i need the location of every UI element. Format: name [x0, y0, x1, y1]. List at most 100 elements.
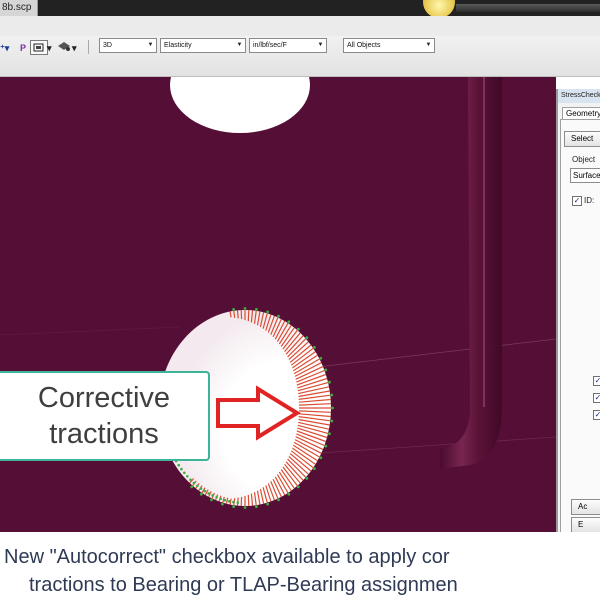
model-viewport[interactable] [0, 77, 556, 532]
traction-marker [331, 406, 334, 410]
traction-marker [266, 310, 269, 314]
traction-marker [221, 502, 224, 506]
id-label: ID: [584, 196, 595, 205]
traction-marker [330, 419, 334, 423]
filter-combo[interactable]: All Objects ▼ [343, 38, 435, 53]
upper-hole [170, 77, 310, 133]
traction-marker [196, 484, 199, 488]
chevron-down-icon: ▼ [317, 42, 324, 48]
traction-marker [199, 487, 203, 490]
traction-marker [324, 444, 328, 448]
plate-edge-line [299, 338, 556, 370]
traction-marker [223, 498, 227, 502]
traction-marker [313, 346, 316, 349]
option-checkbox[interactable]: ✓ [593, 376, 600, 386]
title-strip [456, 4, 600, 12]
units-combo-value: in/lbf/sec/F [253, 42, 287, 49]
toolbar-top [0, 16, 600, 36]
traction-marker [232, 500, 235, 504]
title-bar: 8b.scp [0, 0, 600, 16]
panel-title: StressCheck [558, 89, 600, 103]
traction-marker [243, 506, 247, 509]
traction-marker [319, 356, 323, 360]
traction-marker [207, 492, 210, 495]
traction-marker [189, 478, 192, 482]
traction-marker [330, 393, 334, 397]
caption-line-1: New "Autocorrect" checkbox available to … [4, 546, 450, 568]
secondary-action-button[interactable]: E [571, 517, 600, 532]
callout-text: Corrective tractions [38, 380, 170, 452]
traction-marker [227, 500, 231, 503]
traction-marker [180, 467, 183, 471]
traction-vector [247, 494, 250, 506]
plate-edge-line [0, 326, 181, 336]
plate-edge-line [319, 436, 556, 454]
analysis-combo-value: Elasticity [164, 42, 192, 49]
traction-marker [287, 320, 291, 324]
traction-marker [319, 456, 323, 460]
window-title: 8b.scp [0, 0, 39, 16]
caption-bar: New "Autocorrect" checkbox available to … [0, 536, 600, 600]
traction-marker [186, 475, 189, 478]
stresscheck-panel: StressCheck Geometry Select Object Surfa… [556, 89, 600, 532]
dropdown-arrow-icon[interactable]: ▾ [72, 42, 77, 54]
traction-marker [219, 497, 222, 501]
toolbar-separator [88, 40, 89, 54]
traction-marker [255, 308, 258, 311]
p-icon[interactable]: P [20, 42, 26, 54]
traction-marker [277, 498, 280, 502]
traction-marker [328, 432, 331, 436]
traction-marker [177, 463, 180, 467]
app-orb-icon [423, 0, 455, 16]
traction-marker [305, 336, 309, 339]
traction-marker [328, 380, 331, 384]
traction-vector [247, 310, 250, 322]
traction-marker [190, 485, 194, 489]
traction-marker [324, 368, 328, 372]
chevron-down-icon: ▼ [236, 42, 243, 48]
traction-marker [210, 498, 213, 502]
traction-marker [211, 494, 214, 497]
traction-marker [313, 467, 316, 470]
traction-marker [232, 308, 236, 311]
traction-marker [183, 471, 186, 475]
analysis-combo[interactable]: Elasticity ▼ [160, 38, 246, 53]
object-label: Object [572, 155, 596, 164]
filter-combo-value: All Objects [347, 42, 381, 49]
traction-marker [215, 496, 218, 499]
traction-marker [203, 489, 207, 493]
view-tool-icon[interactable] [56, 40, 72, 53]
traction-marker [192, 481, 196, 485]
select-button[interactable]: Select [564, 131, 600, 147]
action-button[interactable]: Ac [571, 499, 600, 515]
option-checkbox[interactable]: ✓ [593, 410, 600, 420]
traction-marker [243, 307, 247, 310]
traction-marker [236, 501, 240, 504]
chevron-down-icon: ▼ [147, 42, 154, 48]
chevron-down-icon: ▼ [425, 42, 432, 48]
callout-line-2: tractions [49, 418, 159, 450]
traction-marker [255, 505, 258, 508]
traction-vector [236, 310, 239, 319]
option-checkbox[interactable]: ✓ [593, 393, 600, 403]
id-checkbox[interactable]: ✓ [572, 196, 582, 206]
callout-line-1: Corrective [37, 382, 171, 414]
traction-marker [266, 502, 269, 506]
traction-marker [287, 492, 291, 496]
traction-marker [277, 314, 280, 318]
traction-marker [305, 477, 309, 480]
traction-marker [296, 327, 300, 331]
callout-box: Corrective tractions [0, 371, 210, 461]
select-mode-icon[interactable] [30, 40, 48, 55]
view-combo-value: 3D [103, 42, 112, 49]
p-arrow-icon[interactable]: ⁺▾ [0, 42, 9, 54]
dropdown-arrow-icon[interactable]: ▾ [47, 42, 52, 54]
traction-marker [232, 505, 236, 508]
traction-marker [296, 485, 300, 489]
object-field[interactable]: Surface [570, 168, 600, 183]
view-combo[interactable]: 3D ▼ [99, 38, 157, 53]
traction-marker [199, 492, 203, 496]
units-combo[interactable]: in/lbf/sec/F ▼ [249, 38, 327, 53]
caption-line-2: tractions to Bearing or TLAP-Bearing ass… [29, 574, 458, 596]
model-render [0, 77, 556, 509]
